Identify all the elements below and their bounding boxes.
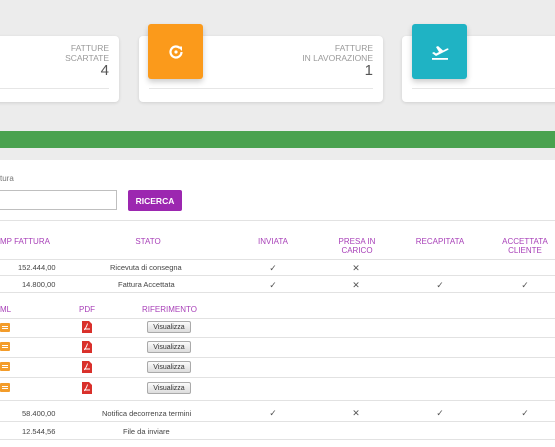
row-divider [0, 400, 555, 401]
panel-divider [0, 220, 555, 221]
xml-file-icon[interactable] [0, 382, 11, 393]
check-icon: ✓ [269, 263, 277, 273]
pdf-file-icon[interactable] [82, 361, 92, 373]
row-divider [0, 421, 555, 422]
stato-cell: Notifica decorrenza termini [102, 409, 192, 418]
refresh-icon [168, 44, 183, 59]
col-header-riferimento: RIFERIMENTO [142, 305, 197, 314]
check-icon: ✓ [436, 408, 444, 418]
row-divider [0, 439, 555, 440]
stato-cell: Ricevuta di consegna [110, 263, 182, 272]
search-label: tura [0, 174, 14, 183]
check-icon: ✓ [436, 280, 444, 290]
row-divider [0, 357, 555, 358]
amount-cell: 12.544,56 [22, 427, 56, 436]
row-divider [0, 259, 555, 260]
check-icon: ✓ [521, 408, 529, 418]
col-header-accettata: ACCETTATA CLIENTE [502, 237, 548, 255]
col-header-inviata: INVIATA [258, 237, 288, 246]
check-icon: ✓ [269, 280, 277, 290]
amount-cell: 14.800,00 [22, 280, 56, 289]
card-count: 4 [100, 62, 109, 79]
cross-icon: ✕ [352, 280, 360, 290]
lavorazione-tile [148, 24, 203, 79]
visualizza-button[interactable]: Visualizza [147, 382, 191, 394]
visualizza-button[interactable]: Visualizza [147, 361, 191, 373]
col-header-stato: STATO [135, 237, 161, 246]
card-divider [0, 88, 109, 89]
row-divider [0, 292, 555, 293]
scartate-card: Fatture Scartate 4 [0, 36, 119, 102]
pdf-file-icon[interactable] [82, 321, 92, 333]
check-icon: ✓ [269, 408, 277, 418]
card-divider [412, 88, 555, 89]
row-divider [0, 337, 555, 338]
pdf-file-icon[interactable] [82, 341, 92, 353]
stato-cell: Fattura Accettata [118, 280, 175, 289]
cross-icon: ✕ [352, 263, 360, 273]
card-label: Fatture in lavorazione [302, 43, 373, 63]
visualizza-button[interactable]: Visualizza [147, 341, 191, 353]
amount-cell: 58.400,00 [22, 409, 56, 418]
card-divider [149, 88, 373, 89]
amount-cell: 152.444,00 [18, 263, 56, 272]
progress-bar [0, 131, 555, 148]
card-label: Fatture Scartate [65, 43, 109, 63]
search-input[interactable] [0, 190, 117, 210]
stato-cell: File da inviare [123, 427, 170, 436]
row-divider [0, 275, 555, 276]
xml-file-icon[interactable] [0, 361, 11, 372]
plane-takeoff-icon [431, 45, 449, 60]
ricerca-button[interactable]: RICERCA [128, 190, 182, 211]
xml-file-icon[interactable] [0, 341, 11, 352]
card-count: 1 [364, 62, 373, 79]
cross-icon: ✕ [352, 408, 360, 418]
row-divider [0, 377, 555, 378]
col-header-recapitata: RECAPITATA [415, 237, 465, 246]
row-divider [0, 318, 555, 319]
col-header-presa: PRESA IN CARICO [338, 237, 376, 255]
xml-file-icon[interactable] [0, 322, 11, 333]
col-header-imp: MP FATTURA [0, 237, 50, 246]
check-icon: ✓ [521, 280, 529, 290]
col-header-xml: ML [0, 305, 12, 314]
visualizza-button[interactable]: Visualizza [147, 321, 191, 333]
pdf-file-icon[interactable] [82, 382, 92, 394]
col-header-pdf: PDF [79, 305, 95, 314]
inviate-tile [412, 24, 467, 79]
